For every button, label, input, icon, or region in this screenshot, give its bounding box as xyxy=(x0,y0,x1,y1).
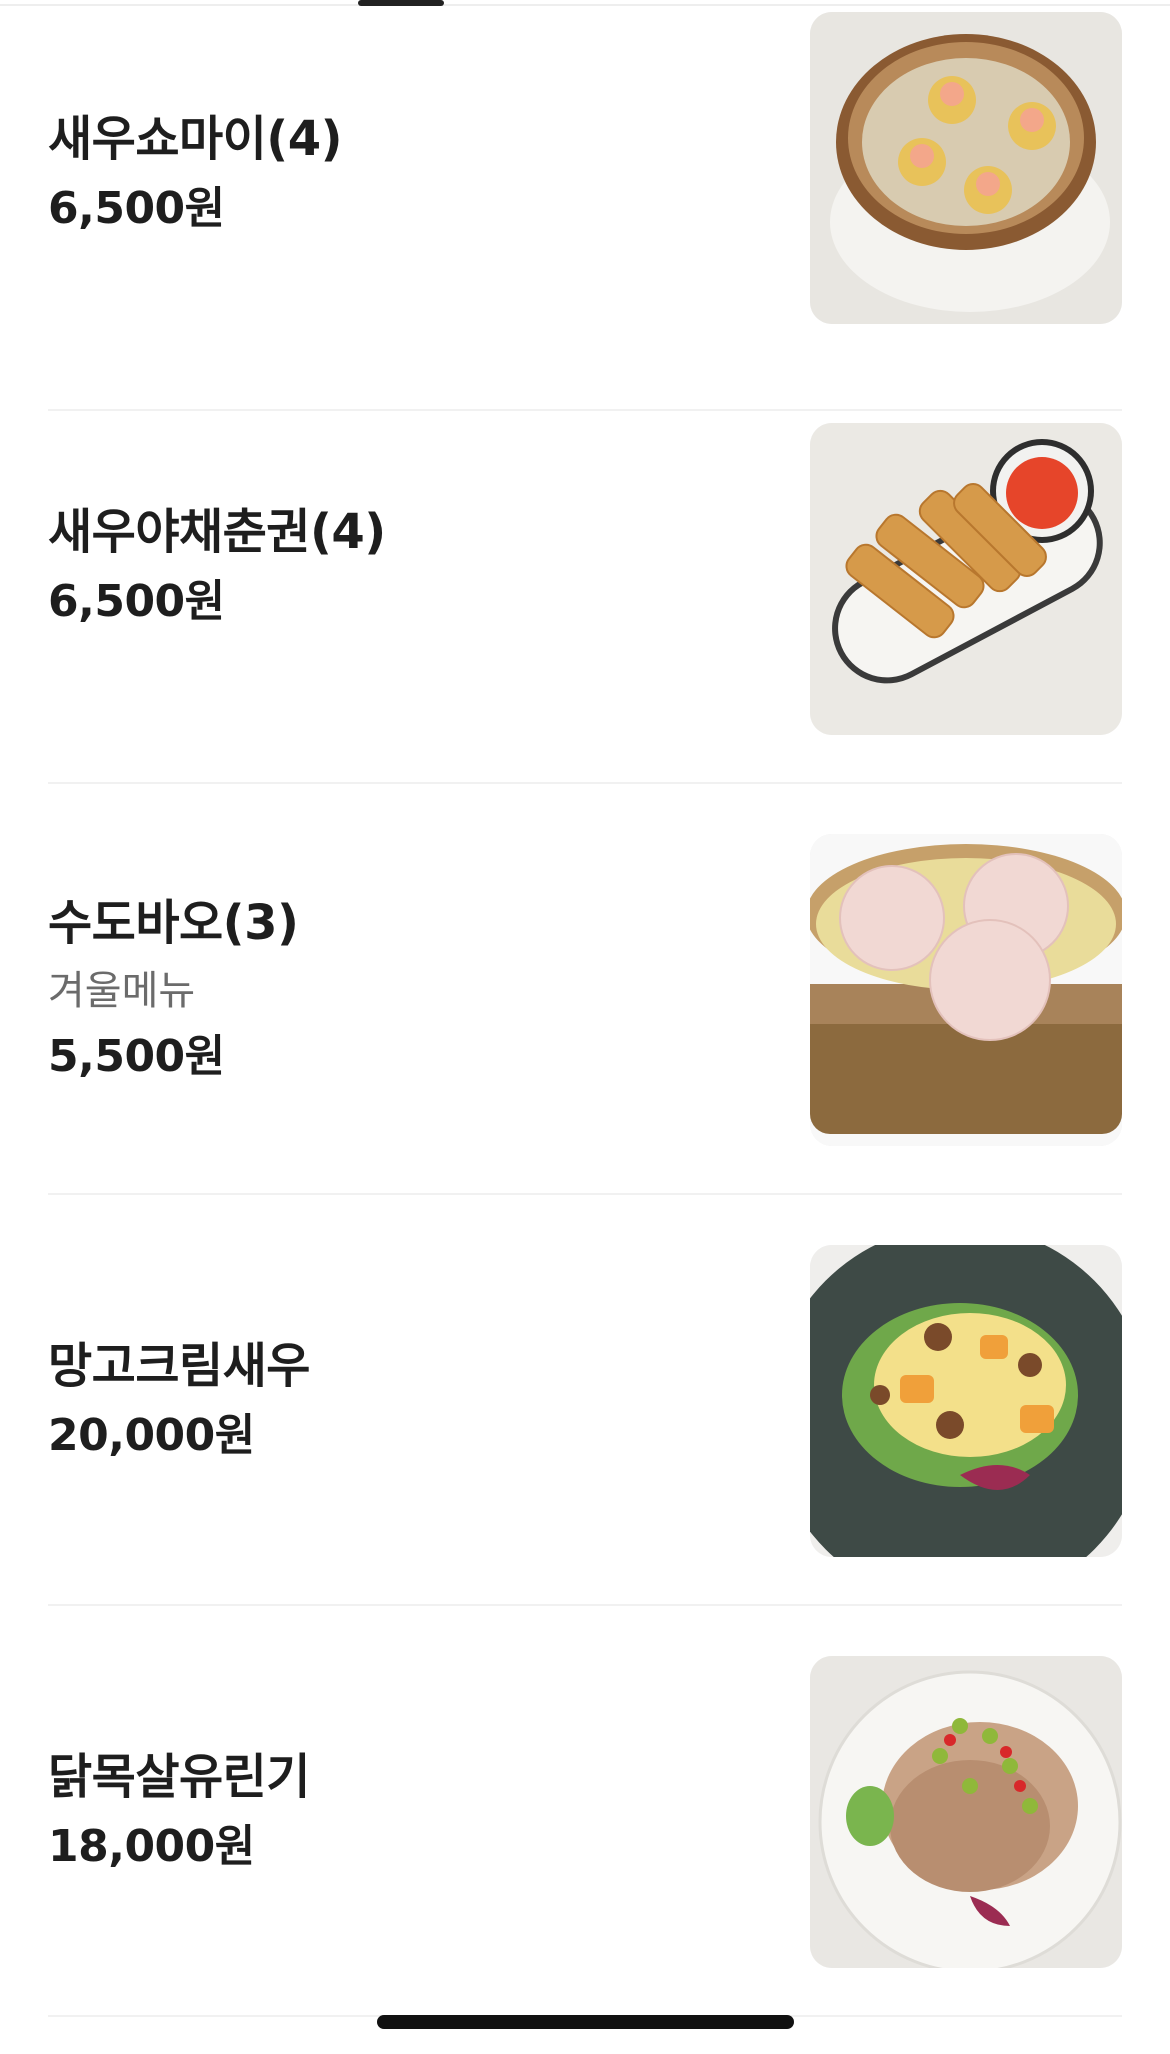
shumai-photo-icon xyxy=(810,12,1122,324)
menu-item-text: 새우쇼마이(4) 6,500원 xyxy=(48,107,748,239)
menu-item-text: 수도바오(3) 겨울메뉴 5,500원 xyxy=(48,891,748,1087)
menu-item[interactable]: 닭목살유린기 18,000원 xyxy=(48,1606,1122,2017)
menu-item-name: 닭목살유린기 xyxy=(48,1748,310,1805)
mango-shrimp-photo-icon xyxy=(810,1245,1122,1557)
menu-item-name: 수도바오(3) xyxy=(48,894,299,951)
spring-roll-photo-icon xyxy=(810,423,1122,735)
menu-item-description: 겨울메뉴 xyxy=(48,967,196,1014)
menu-item-price: 6,500원 xyxy=(48,575,225,627)
menu-page: 새우쇼마이(4) 6,500원 새우야채춘권(4) 6,500원 수도바오(3)… xyxy=(0,0,1170,2054)
menu-item-name: 망고크림새우 xyxy=(48,1337,310,1394)
menu-item[interactable]: 새우야채춘권(4) 6,500원 xyxy=(48,373,1122,784)
menu-item-price: 6,500원 xyxy=(48,182,225,234)
menu-item-price: 18,000원 xyxy=(48,1820,255,1872)
menu-item-text: 새우야채춘권(4) 6,500원 xyxy=(48,500,748,632)
menu-item-price: 20,000원 xyxy=(48,1409,255,1461)
home-indicator[interactable] xyxy=(377,2015,794,2029)
menu-item-name: 새우야채춘권(4) xyxy=(48,503,386,560)
menu-item-price: 5,500원 xyxy=(48,1030,225,1082)
menu-item[interactable]: 수도바오(3) 겨울메뉴 5,500원 xyxy=(48,784,1122,1195)
yuringi-photo-icon xyxy=(810,1656,1122,1968)
menu-item-text: 닭목살유린기 18,000원 xyxy=(48,1745,748,1877)
menu-item-photo xyxy=(810,423,1122,735)
menu-item-photo xyxy=(810,12,1122,324)
menu-item-photo xyxy=(810,1245,1122,1557)
menu-item-text: 망고크림새우 20,000원 xyxy=(48,1334,748,1466)
menu-item-photo xyxy=(810,834,1122,1146)
menu-item[interactable]: 새우쇼마이(4) 6,500원 xyxy=(48,0,1122,411)
bao-bun-photo-icon xyxy=(810,834,1122,1146)
menu-item-photo xyxy=(810,1656,1122,1968)
menu-item-name: 새우쇼마이(4) xyxy=(48,110,343,167)
menu-item[interactable]: 망고크림새우 20,000원 xyxy=(48,1195,1122,1606)
